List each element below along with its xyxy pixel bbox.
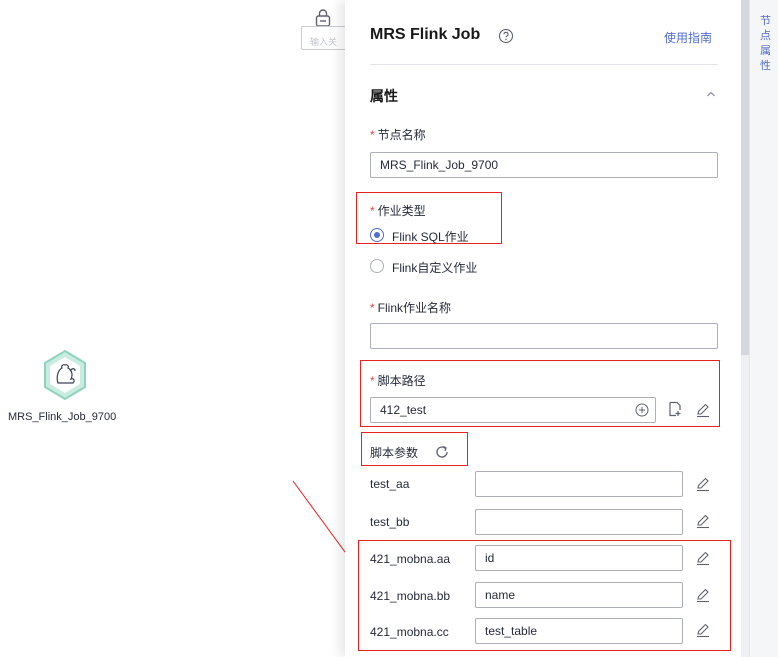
right-sidebar bbox=[749, 0, 778, 657]
param-value-input[interactable] bbox=[475, 471, 683, 497]
param-name-test-bb: test_bb bbox=[370, 515, 410, 529]
edit-pen-icon[interactable] bbox=[695, 622, 711, 638]
job-type-label: * 作业类型 bbox=[370, 204, 426, 218]
required-mark: * bbox=[370, 204, 375, 218]
edit-pen-icon[interactable] bbox=[695, 513, 711, 529]
param-name-test-aa: test_aa bbox=[370, 477, 410, 491]
radio-flink-sql-label[interactable]: Flink SQL作业 bbox=[392, 228, 469, 245]
lock-icon[interactable] bbox=[313, 8, 333, 28]
panel-title: MRS Flink Job bbox=[370, 26, 481, 43]
param-name-mobna-aa: 421_mobna.aa bbox=[370, 552, 451, 566]
user-guide-link[interactable]: 使用指南 bbox=[664, 29, 712, 46]
edit-pen-icon[interactable] bbox=[695, 550, 711, 566]
required-mark: * bbox=[370, 128, 375, 142]
refresh-icon[interactable] bbox=[434, 444, 450, 460]
node-name-input[interactable]: MRS_Flink_Job_9700 bbox=[370, 152, 718, 178]
canvas-search-text: 输入关 bbox=[310, 37, 338, 47]
add-circle-icon[interactable] bbox=[634, 402, 650, 418]
flink-job-name-label: * Flink作业名称 bbox=[370, 301, 452, 315]
node-name-label: * 节点名称 bbox=[370, 128, 426, 142]
tab-node-properties[interactable]: 节点属性 bbox=[760, 14, 772, 74]
radio-flink-sql[interactable] bbox=[370, 228, 384, 242]
select-file-icon[interactable] bbox=[667, 401, 683, 417]
edit-pen-icon[interactable] bbox=[695, 476, 711, 492]
required-mark: * bbox=[370, 374, 375, 388]
param-value-input[interactable]: name bbox=[475, 582, 683, 608]
help-icon[interactable] bbox=[498, 28, 514, 44]
edit-pen-icon[interactable] bbox=[695, 402, 711, 418]
divider bbox=[370, 64, 718, 65]
edit-pen-icon[interactable] bbox=[695, 587, 711, 603]
script-path-label: * 脚本路径 bbox=[370, 374, 426, 388]
script-path-input[interactable]: 412_test bbox=[370, 397, 656, 423]
node-label[interactable]: MRS_Flink_Job_9700 bbox=[8, 411, 116, 423]
radio-flink-custom[interactable] bbox=[370, 259, 384, 273]
param-value-input[interactable]: id bbox=[475, 545, 683, 571]
param-value-input[interactable] bbox=[475, 509, 683, 535]
script-params-label: 脚本参数 bbox=[370, 446, 419, 460]
chevron-up-icon[interactable] bbox=[705, 88, 717, 100]
scrollbar-thumb[interactable] bbox=[741, 0, 749, 355]
required-mark: * bbox=[370, 301, 375, 315]
param-name-mobna-bb: 421_mobna.bb bbox=[370, 589, 451, 603]
section-title: 属性 bbox=[370, 88, 398, 104]
param-name-mobna-cc: 421_mobna.cc bbox=[370, 625, 449, 639]
radio-flink-custom-label[interactable]: Flink自定义作业 bbox=[392, 259, 477, 276]
flink-node-icon[interactable] bbox=[39, 349, 91, 401]
flink-job-name-input[interactable] bbox=[370, 323, 718, 349]
param-value-input[interactable]: test_table bbox=[475, 618, 683, 644]
